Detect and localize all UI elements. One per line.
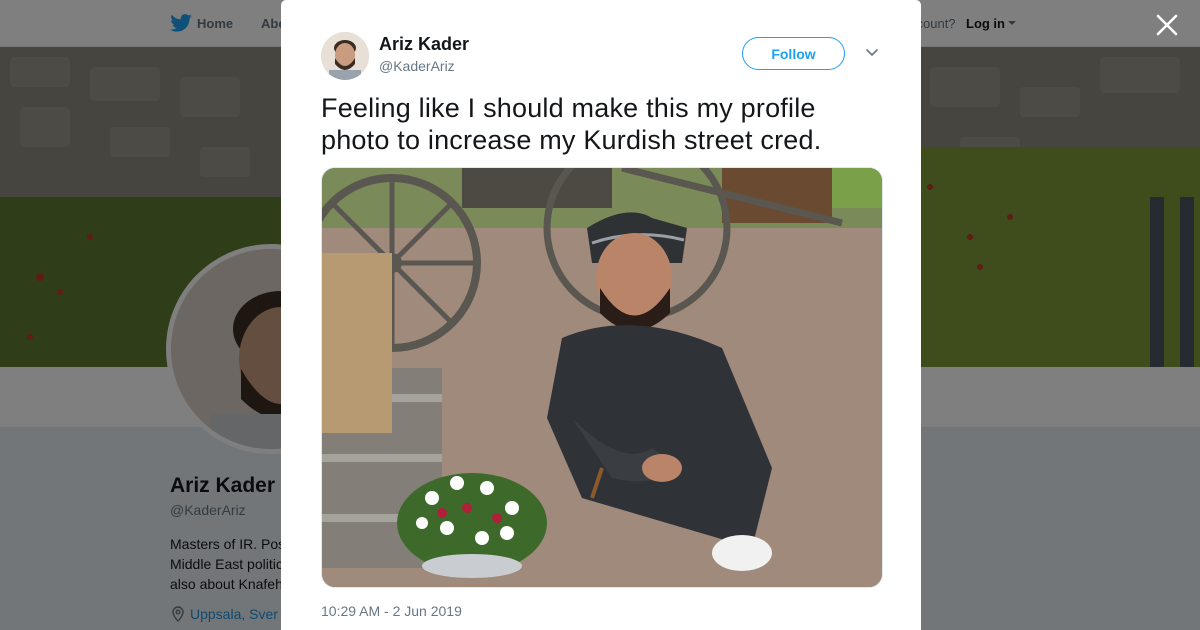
tweet-modal: Ariz Kader @KaderAriz Follow Feeling lik… — [281, 0, 921, 630]
tweet-photo[interactable] — [321, 167, 883, 588]
close-icon[interactable] — [1154, 12, 1180, 38]
author-handle[interactable]: @KaderAriz — [379, 58, 455, 74]
tweet-text: Feeling like I should make this my profi… — [321, 93, 822, 155]
author-name[interactable]: Ariz Kader — [379, 34, 469, 55]
chevron-down-icon[interactable] — [865, 48, 879, 58]
tweet-timestamp[interactable]: 10:29 AM - 2 Jun 2019 — [321, 603, 462, 619]
author-avatar[interactable] — [321, 32, 369, 80]
follow-button[interactable]: Follow — [742, 37, 845, 70]
